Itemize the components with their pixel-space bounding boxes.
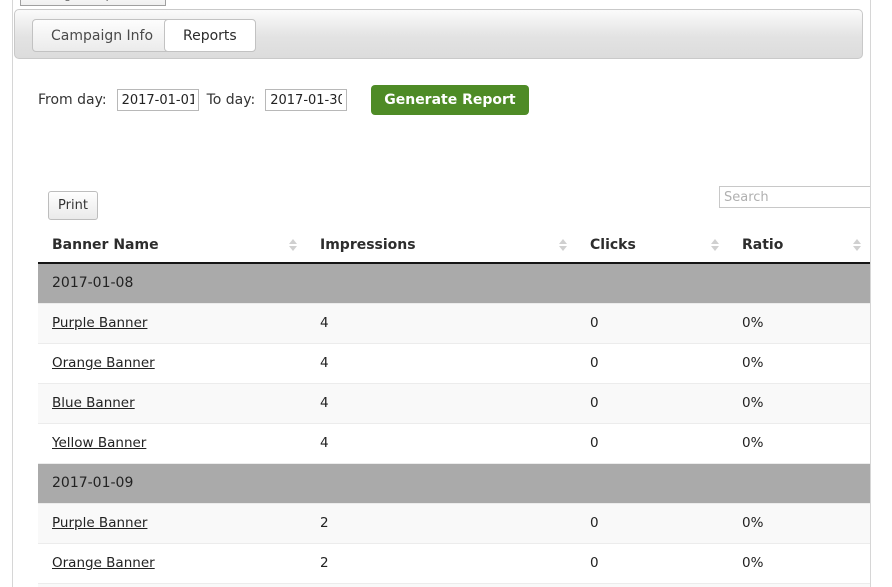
cell-ratio: 0% <box>728 343 870 384</box>
print-button[interactable]: Print <box>48 191 98 220</box>
cell-impressions: 2 <box>306 503 576 544</box>
cell-impressions: 2 <box>306 543 576 584</box>
report-table: Banner Name Impressions Clicks Ratio 201… <box>38 228 870 587</box>
report-table-body: 2017-01-08 Purple Banner 4 0 0% Orange Banner… <box>38 263 870 587</box>
cell-clicks: 0 <box>576 383 728 424</box>
cell-banner-name: Purple Banner <box>38 303 306 344</box>
from-day-label: From day: <box>38 92 107 108</box>
cell-clicks: 0 <box>576 343 728 384</box>
table-row: Yellow Banner 4 0 0% <box>38 423 870 464</box>
table-group-row: 2017-01-08 <box>38 263 870 304</box>
cell-banner-name: Blue Banner <box>38 583 306 587</box>
date-filter-row: From day: To day: Generate Report <box>38 85 529 115</box>
tab-bar: Campaign Info Reports <box>14 9 863 59</box>
cell-clicks: 0 <box>576 303 728 344</box>
cell-banner-name: Blue Banner <box>38 383 306 424</box>
sort-arrows-icon <box>853 238 862 252</box>
col-header-impressions[interactable]: Impressions <box>306 228 576 264</box>
sort-arrows-icon <box>289 238 298 252</box>
cell-banner-name: Orange Banner <box>38 543 306 584</box>
banner-name-link[interactable]: Purple Banner <box>52 315 147 331</box>
page-root: Rotating Example Campaign Info Reports F… <box>0 0 892 587</box>
table-row: Purple Banner 4 0 0% <box>38 303 870 344</box>
cell-clicks: 0 <box>576 503 728 544</box>
table-row: Purple Banner 2 0 0% <box>38 503 870 544</box>
cell-impressions: 4 <box>306 423 576 464</box>
banner-name-link[interactable]: Purple Banner <box>52 515 147 531</box>
cell-ratio: 0% <box>728 503 870 544</box>
cell-impressions: 4 <box>306 383 576 424</box>
table-row: Orange Banner 4 0 0% <box>38 343 870 384</box>
campaign-select[interactable]: Rotating Example <box>20 0 166 6</box>
report-table-head: Banner Name Impressions Clicks Ratio <box>38 228 870 264</box>
col-header-impressions-label: Impressions <box>320 237 416 253</box>
to-day-input[interactable] <box>265 89 348 111</box>
col-header-ratio-label: Ratio <box>742 237 784 253</box>
cell-impressions: 4 <box>306 303 576 344</box>
cell-ratio: 0% <box>728 543 870 584</box>
cell-impressions: 4 <box>306 343 576 384</box>
table-row: Blue Banner 4 0 0% <box>38 383 870 424</box>
sort-arrows-icon <box>559 238 568 252</box>
table-group-date: 2017-01-09 <box>38 463 870 504</box>
cell-clicks: 0 <box>576 583 728 587</box>
table-row: Blue Banner200% <box>38 583 870 587</box>
cell-impressions: 2 <box>306 583 576 587</box>
cell-clicks: 0 <box>576 543 728 584</box>
banner-name-link[interactable]: Orange Banner <box>52 555 155 571</box>
banner-name-link[interactable]: Yellow Banner <box>52 435 146 451</box>
from-day-input[interactable] <box>116 89 199 111</box>
cell-ratio: 0% <box>728 383 870 424</box>
cell-banner-name: Purple Banner <box>38 503 306 544</box>
generate-report-button[interactable]: Generate Report <box>371 85 529 115</box>
report-table-header-row: Banner Name Impressions Clicks Ratio <box>38 228 870 264</box>
banner-name-link[interactable]: Orange Banner <box>52 355 155 371</box>
to-day-label: To day: <box>206 92 256 108</box>
col-header-ratio[interactable]: Ratio <box>728 228 870 264</box>
col-header-clicks-label: Clicks <box>590 237 636 253</box>
cell-ratio: 0% <box>728 583 870 587</box>
cell-clicks: 0 <box>576 423 728 464</box>
sort-arrows-icon <box>711 238 720 252</box>
cell-ratio: 0% <box>728 303 870 344</box>
cell-banner-name: Orange Banner <box>38 343 306 384</box>
col-header-banner-name[interactable]: Banner Name <box>38 228 306 264</box>
table-group-date: 2017-01-08 <box>38 263 870 304</box>
tab-reports-label: Reports <box>183 27 237 44</box>
tab-reports[interactable]: Reports <box>164 19 256 52</box>
page-frame-right-rule <box>870 0 871 587</box>
tab-campaign-info[interactable]: Campaign Info <box>32 19 173 52</box>
tab-campaign-info-label: Campaign Info <box>51 27 154 44</box>
col-header-clicks[interactable]: Clicks <box>576 228 728 264</box>
campaign-select-value: Rotating Example <box>25 0 122 2</box>
search-input[interactable] <box>719 186 870 208</box>
col-header-banner-name-label: Banner Name <box>52 237 159 253</box>
table-row: Orange Banner 2 0 0% <box>38 543 870 584</box>
reports-panel: From day: To day: Generate Report Print … <box>13 60 870 587</box>
table-group-row: 2017-01-09 <box>38 463 870 504</box>
cell-banner-name: Yellow Banner <box>38 423 306 464</box>
cell-ratio: 0% <box>728 423 870 464</box>
banner-name-link[interactable]: Blue Banner <box>52 395 135 411</box>
